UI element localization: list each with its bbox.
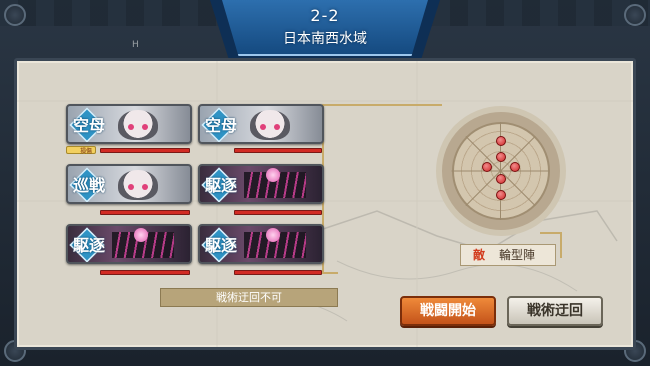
enemy-ship-marker (482, 162, 492, 172)
hp-bar (234, 270, 322, 275)
enemy-formation: 敵 輪型陣 (460, 244, 556, 266)
ship-type-label: 空母 (204, 116, 237, 135)
ship-eye-icon (142, 184, 148, 190)
enemy-ship-marker (510, 162, 520, 172)
enemy-label: 敵 (473, 248, 486, 262)
map-number: 2-2 (310, 6, 340, 25)
ship-type-label: 空母 (72, 116, 105, 135)
enemy-ship-marker (496, 174, 506, 184)
ship-type-label: 駆逐 (72, 236, 105, 255)
enemy-ship-marker (496, 136, 506, 146)
ship-eye-icon (260, 124, 266, 130)
enemy-ship-marker (496, 190, 506, 200)
tactical-retreat-button[interactable]: 戦術迂回 (507, 296, 603, 326)
ship-card[interactable]: 駆逐 (198, 164, 324, 204)
retreat-status-bar: 戦術迂回不可 (160, 288, 338, 307)
ship-orb-icon (266, 168, 280, 182)
ship-card[interactable]: 駆逐 (66, 224, 192, 264)
formation-name: 輪型陣 (499, 248, 536, 262)
ship-card[interactable]: 駆逐 (198, 224, 324, 264)
ship-orb-icon (266, 228, 280, 242)
frame-bolt-icon (4, 4, 26, 26)
start-battle-button[interactable]: 戦闘開始 (400, 296, 496, 326)
hp-bar (234, 148, 322, 153)
ship-card[interactable]: 巡戦 (66, 164, 192, 204)
ship-portrait (250, 110, 290, 140)
enemy-radar (436, 106, 566, 236)
ship-portrait (118, 170, 158, 200)
enemy-ship-marker (496, 152, 506, 162)
condition-label: 損傷 (80, 148, 93, 155)
ship-type-label: 巡戦 (72, 176, 105, 195)
ship-portrait (118, 110, 158, 140)
connector-line (322, 272, 338, 274)
ship-eye-icon (274, 124, 280, 130)
ship-eye-icon (128, 184, 134, 190)
ship-type-label: 駆逐 (204, 236, 237, 255)
hp-bar (234, 210, 322, 215)
ship-orb-icon (134, 228, 148, 242)
ship-eye-icon (142, 124, 148, 130)
grid-marker: H (132, 40, 139, 50)
connector-line (322, 104, 442, 106)
ship-eye-icon (128, 124, 134, 130)
ship-card[interactable]: 空母 (198, 104, 324, 144)
ship-card[interactable]: 空母 (66, 104, 192, 144)
hp-bar (100, 210, 190, 215)
ship-type-label: 駆逐 (204, 176, 237, 195)
frame-bolt-icon (624, 4, 646, 26)
map-name: 日本南西水域 (283, 31, 367, 47)
hp-bar (100, 148, 190, 153)
hp-bar (100, 270, 190, 275)
